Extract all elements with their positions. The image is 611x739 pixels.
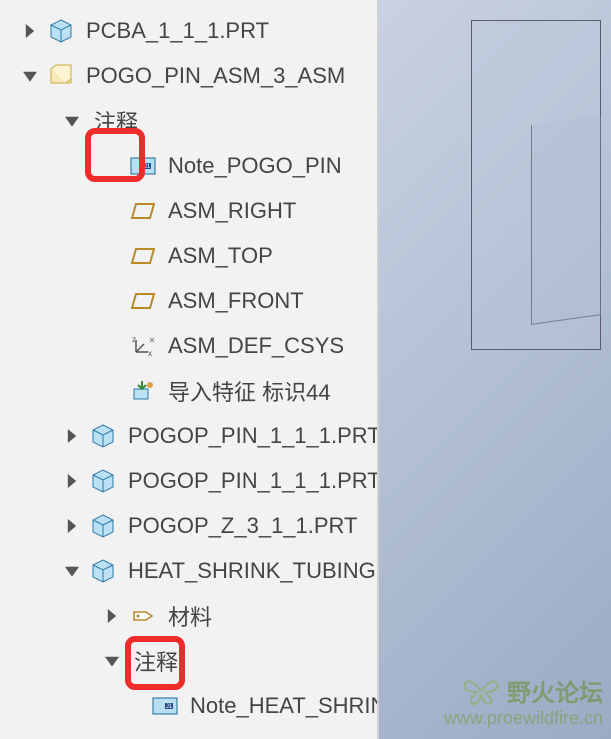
datum-plane-icon	[150, 736, 180, 739]
datum-plane-icon	[128, 241, 158, 271]
note-icon: J1	[150, 691, 180, 721]
svg-text:J1: J1	[166, 704, 173, 710]
tree-row-pogo-asm[interactable]: POGO_PIN_ASM_3_ASM	[0, 53, 377, 98]
tree-label: 注释	[134, 645, 377, 677]
tree-label: ASM_RIGHT	[168, 198, 377, 224]
expand-arrow-icon[interactable]	[60, 424, 84, 448]
assembly-icon	[46, 61, 76, 91]
app-root: PCBA_1_1_1.PRT POGO_PIN_ASM_3_ASM 注释 J1	[0, 0, 611, 739]
tree-label: HEAT_SHRINK_TUBING	[128, 558, 377, 584]
tree-row-pogop-z[interactable]: POGOP_Z_3_1_1.PRT	[0, 503, 377, 548]
tree-row-pogop-pin-2[interactable]: POGOP_PIN_1_1_1.PRT	[0, 458, 377, 503]
tree-label: ASM_FRONT	[168, 288, 377, 314]
tree-row-annotations-2[interactable]: 注释	[0, 638, 377, 683]
tree-row-asm-def-csys[interactable]: zx ASM_DEF_CSYS	[0, 323, 377, 368]
tree-row-annotations[interactable]: 注释	[0, 98, 377, 143]
part-cube-icon	[88, 556, 118, 586]
model-tree-panel: PCBA_1_1_1.PRT POGO_PIN_ASM_3_ASM 注释 J1	[0, 0, 377, 739]
part-cube-icon	[46, 16, 76, 46]
3d-viewport[interactable]	[377, 0, 611, 739]
tree-row-material[interactable]: 材料	[0, 593, 377, 638]
datum-plane-icon	[128, 196, 158, 226]
part-cube-icon	[88, 511, 118, 541]
tree-row-pcba[interactable]: PCBA_1_1_1.PRT	[0, 8, 377, 53]
tree-label: POGOP_PIN_1_1_1.PRT	[128, 468, 377, 494]
collapse-arrow-icon[interactable]	[60, 109, 84, 133]
svg-text:z: z	[132, 335, 136, 344]
collapse-arrow-icon[interactable]	[18, 64, 42, 88]
tree-row-heat-shrink[interactable]: HEAT_SHRINK_TUBING	[0, 548, 377, 593]
collapse-arrow-icon[interactable]	[100, 649, 124, 673]
svg-text:J1: J1	[144, 164, 151, 170]
expand-arrow-icon[interactable]	[18, 19, 42, 43]
tree-label: POGOP_PIN_1_1_1.PRT	[128, 423, 377, 449]
tree-row-pogop-pin-1[interactable]: POGOP_PIN_1_1_1.PRT	[0, 413, 377, 458]
tree-row-asm-top[interactable]: ASM_TOP	[0, 233, 377, 278]
expand-arrow-icon[interactable]	[100, 604, 124, 628]
part-cube-icon	[88, 466, 118, 496]
expand-arrow-icon[interactable]	[60, 514, 84, 538]
tree-row-asm-right[interactable]: ASM_RIGHT	[0, 188, 377, 233]
collapse-arrow-icon[interactable]	[60, 559, 84, 583]
tree-row-asm-front[interactable]: ASM_FRONT	[0, 278, 377, 323]
svg-text:x: x	[148, 349, 152, 358]
tag-icon	[128, 601, 158, 631]
part-cube-icon	[88, 421, 118, 451]
expand-arrow-icon[interactable]	[60, 469, 84, 493]
tree-label: ASM_TOP	[168, 243, 377, 269]
tree-label: Note_POGO_PIN	[168, 153, 377, 179]
tree-row-import-feature[interactable]: 导入特征 标识44	[0, 368, 377, 413]
tree-label: POGO_PIN_ASM_3_ASM	[86, 63, 377, 89]
tree-label: ASM_DEF_CSYS	[168, 333, 377, 359]
csys-icon: zx	[128, 331, 158, 361]
model-edge	[531, 115, 601, 325]
tree-label: PCBA_1_1_1.PRT	[86, 18, 377, 44]
tree-label: Note_HEAT_SHRINK	[190, 693, 377, 719]
tree-row-note-pogo[interactable]: J1 Note_POGO_PIN	[0, 143, 377, 188]
tree-label: 注释	[94, 105, 377, 137]
tree-label: POGOP_Z_3_1_1.PRT	[128, 513, 377, 539]
tree-row-right[interactable]: RIGHT	[0, 728, 377, 739]
tree-row-note-heat-shrink[interactable]: J1 Note_HEAT_SHRINK	[0, 683, 377, 728]
tree-label: 导入特征 标识44	[168, 375, 377, 407]
note-icon: J1	[128, 151, 158, 181]
tree-label: 材料	[168, 600, 377, 632]
datum-plane-icon	[128, 286, 158, 316]
import-feature-icon	[128, 376, 158, 406]
